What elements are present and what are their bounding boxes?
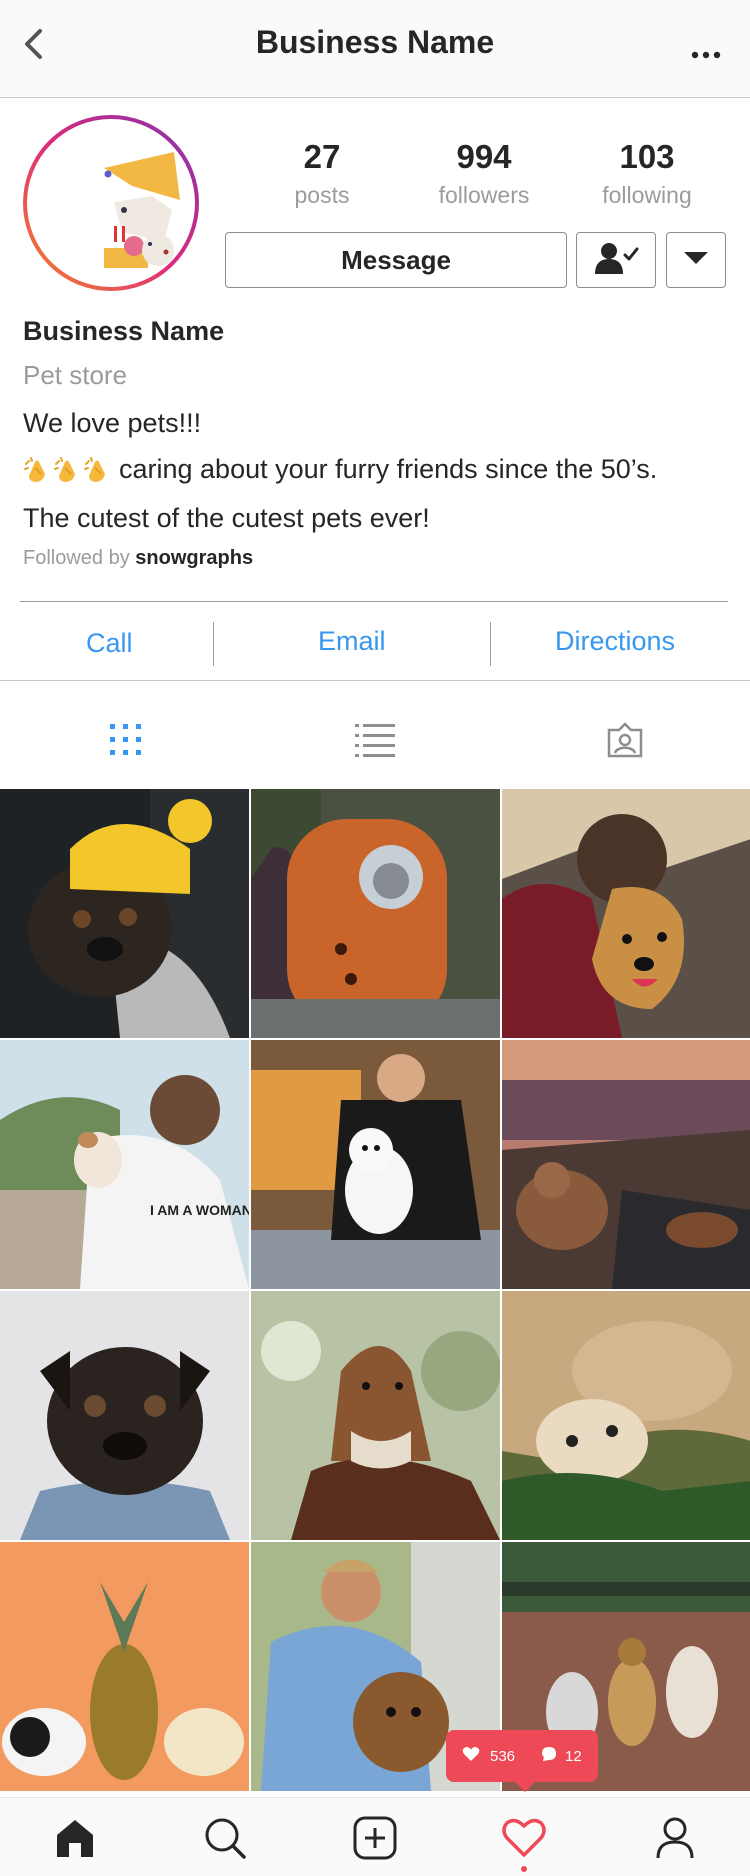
caret-down-icon: [683, 250, 709, 271]
followed-user-link[interactable]: snowgraphs: [135, 547, 253, 569]
avatar[interactable]: [22, 114, 200, 292]
profile-category: Pet store: [23, 360, 128, 390]
comments-count: 12: [565, 1747, 582, 1765]
divider: [490, 622, 491, 666]
divider: [0, 680, 750, 681]
stat-label: following: [602, 182, 692, 208]
activity-indicator: [521, 1866, 527, 1872]
message-button[interactable]: Message: [225, 232, 567, 288]
heart-icon: [462, 1746, 480, 1766]
grid-view-icon[interactable]: [102, 716, 150, 764]
post-thumbnail[interactable]: [0, 1542, 249, 1791]
contact-actions: Call Email Directions: [0, 602, 750, 680]
profile-name: Business Name: [23, 316, 225, 346]
stat-label: posts: [294, 182, 350, 208]
stat-followers[interactable]: 994 followers: [409, 138, 559, 209]
stat-posts[interactable]: 27 posts: [247, 138, 397, 209]
stat-value: 994: [456, 138, 512, 175]
bio-line: The cutest of the cutest pets ever!: [23, 503, 430, 533]
more-horizontal-icon[interactable]: [684, 30, 728, 60]
comment-icon: [541, 1746, 557, 1766]
post-thumbnail[interactable]: [0, 1291, 249, 1540]
post-thumbnail[interactable]: [502, 1291, 750, 1540]
person-check-icon: [593, 241, 639, 280]
activity-notification[interactable]: 536 12: [446, 1730, 598, 1792]
svg-text:I AM A WOMAN: I AM A WOMAN: [150, 1202, 249, 1218]
following-button[interactable]: [576, 232, 656, 288]
stat-following[interactable]: 103 following: [572, 138, 722, 209]
stat-label: followers: [438, 182, 530, 208]
stat-value: 103: [619, 138, 675, 175]
post-thumbnail[interactable]: [0, 789, 249, 1038]
top-bar: Business Name: [0, 0, 750, 98]
clapping-hands-icon: [83, 456, 111, 484]
search-icon[interactable]: [201, 1814, 249, 1862]
page-title: Business Name: [255, 24, 495, 60]
bio-line: caring about your furry friends since th…: [23, 454, 657, 485]
post-thumbnail[interactable]: [251, 1291, 500, 1540]
divider: [213, 622, 214, 666]
post-thumbnail[interactable]: [502, 789, 750, 1038]
post-thumbnail[interactable]: I AM A WOMAN: [0, 1040, 249, 1289]
list-view-icon[interactable]: [351, 716, 399, 764]
clapping-hands-icon: [23, 456, 51, 484]
call-button[interactable]: Call: [86, 628, 133, 659]
add-post-icon[interactable]: [351, 1814, 399, 1862]
bio-line: We love pets!!!: [23, 408, 202, 438]
email-button[interactable]: Email: [318, 626, 386, 657]
home-icon[interactable]: [51, 1814, 99, 1862]
activity-heart-icon[interactable]: [500, 1814, 548, 1862]
tagged-icon[interactable]: [601, 716, 649, 764]
post-thumbnail[interactable]: [251, 1040, 500, 1289]
clapping-hands-icon: [53, 456, 81, 484]
bio-text: caring about your furry friends since th…: [119, 454, 658, 484]
profile-icon[interactable]: [651, 1814, 699, 1862]
profile-tabs: [0, 700, 750, 780]
post-thumbnail[interactable]: [251, 789, 500, 1038]
bottom-navigation: [0, 1797, 750, 1876]
likes-count: 536: [490, 1747, 516, 1765]
post-thumbnail[interactable]: [502, 1040, 750, 1289]
followed-by: Followed by snowgraphs: [23, 547, 253, 570]
followed-prefix: Followed by: [23, 547, 130, 569]
suggested-dropdown-button[interactable]: [666, 232, 726, 288]
stat-value: 27: [303, 138, 341, 175]
directions-button[interactable]: Directions: [555, 626, 675, 657]
